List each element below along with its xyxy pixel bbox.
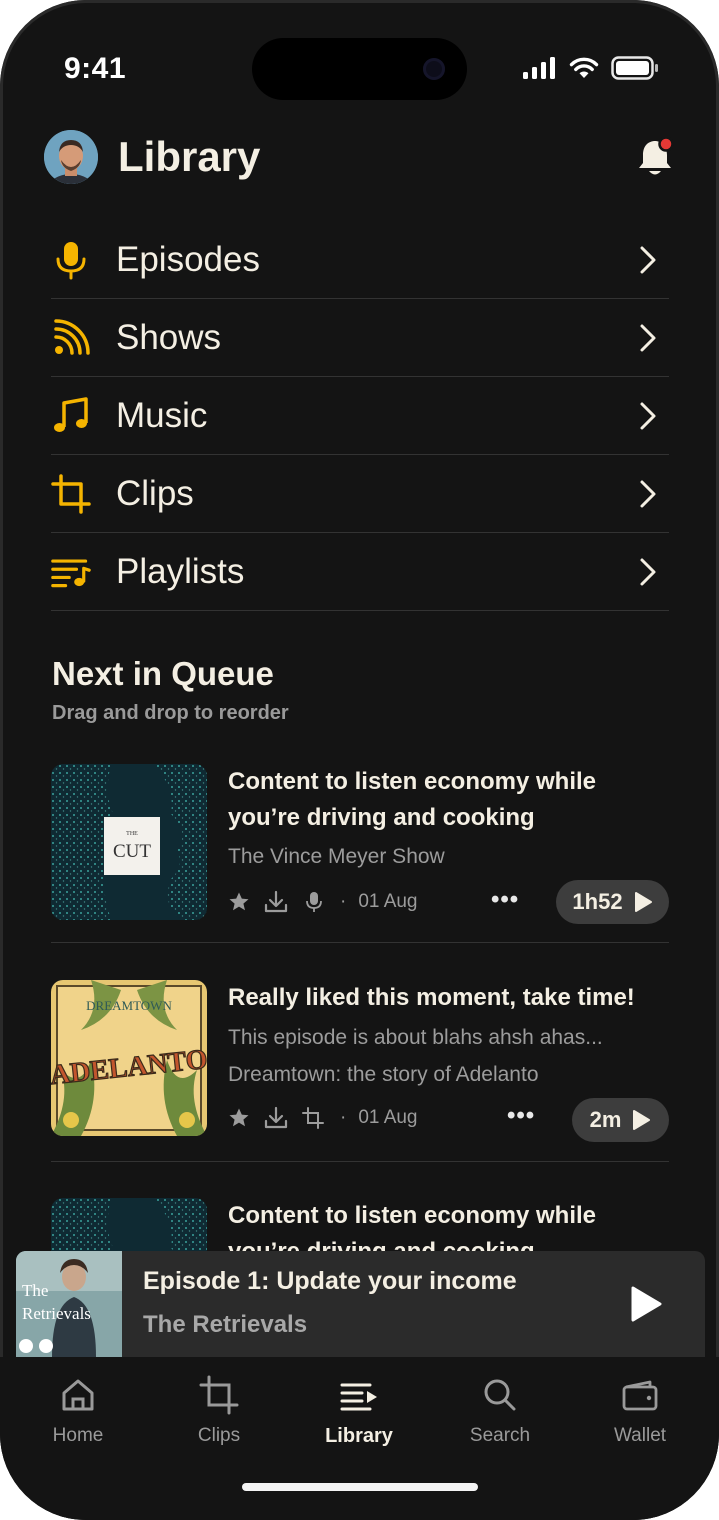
art-text: Retrievals	[22, 1304, 91, 1323]
meta-dot: ·	[340, 891, 347, 912]
chevron-right-icon	[640, 324, 656, 352]
menu-item-episodes[interactable]: Episodes	[51, 221, 669, 299]
show-name: Dreamtown: the story of Adelanto	[228, 1063, 539, 1086]
queue-item[interactable]: DREAMTOWN ADELANTO Really liked this mom…	[51, 980, 669, 1142]
art-text: The	[22, 1281, 48, 1300]
menu-item-playlists[interactable]: Playlists	[51, 533, 669, 611]
crop-icon	[302, 1107, 324, 1129]
play-icon	[633, 1110, 651, 1130]
microphone-icon	[51, 240, 91, 280]
microphone-icon	[306, 892, 322, 912]
wallet-icon	[580, 1375, 700, 1415]
chevron-right-icon	[640, 402, 656, 430]
notifications-button[interactable]	[637, 136, 675, 178]
wifi-icon	[569, 57, 599, 78]
crop-icon	[51, 473, 91, 514]
divider	[51, 1161, 669, 1162]
tab-label: Clips	[197, 1425, 241, 1446]
menu-item-clips[interactable]: Clips	[51, 455, 669, 533]
episode-date: 01 Aug	[358, 1107, 418, 1128]
play-button[interactable]: 1h52	[556, 880, 669, 924]
star-icon[interactable]	[228, 891, 250, 913]
episode-description: This episode is about blahs ahsh ahas...	[228, 1026, 603, 1049]
episode-title: Content to listen economy while you’re d…	[228, 1202, 597, 1251]
tab-label: Search	[469, 1425, 531, 1446]
episode-duration: 1h52	[572, 889, 623, 914]
episode-meta: · 01 Aug	[228, 1106, 418, 1130]
signal-icon	[523, 57, 555, 79]
crop-icon	[159, 1375, 279, 1415]
menu-item-label: Music	[116, 395, 208, 435]
episode-duration: 2m	[589, 1107, 622, 1132]
library-icon	[299, 1375, 419, 1415]
art-label-small: THE	[126, 831, 138, 837]
download-icon[interactable]	[264, 1106, 288, 1130]
status-time: 9:41	[64, 52, 127, 85]
music-note-icon	[51, 396, 91, 436]
art-label: CUT	[113, 841, 151, 862]
divider	[51, 942, 669, 943]
now-playing-artwork: The Retrievals	[16, 1251, 122, 1357]
episode-artwork: THE CUT	[51, 764, 207, 920]
tab-bar: Home Clips Library Search Wallet	[0, 1357, 719, 1520]
chevron-right-icon	[640, 480, 656, 508]
library-menu: Episodes Shows Music Clips Playlists	[51, 221, 669, 611]
phone-screen: 9:41 Library Episodes Shows Music Clips …	[0, 0, 719, 1520]
download-icon[interactable]	[264, 890, 288, 914]
episode-artwork	[51, 1198, 207, 1251]
tab-wallet[interactable]: Wallet	[580, 1375, 700, 1447]
mini-player[interactable]: The Retrievals Episode 1: Update your in…	[16, 1251, 705, 1357]
rss-icon	[51, 318, 91, 358]
episode-title: Content to listen economy while you’re d…	[228, 768, 597, 831]
episode-title: Really liked this moment, take time!	[228, 984, 635, 1011]
library-header: Library	[44, 130, 675, 186]
menu-item-label: Episodes	[116, 239, 260, 279]
tab-library[interactable]: Library	[299, 1375, 419, 1448]
menu-item-label: Clips	[116, 473, 194, 513]
dynamic-island	[252, 38, 467, 100]
episode-date: 01 Aug	[358, 891, 418, 912]
play-icon	[631, 1286, 662, 1322]
queue-item[interactable]: THE CUT Content to listen economy while …	[51, 764, 669, 924]
tab-label: Home	[52, 1425, 104, 1446]
avatar-image	[44, 130, 98, 184]
more-options-button[interactable]: •••	[491, 886, 519, 914]
tab-label: Library	[325, 1425, 393, 1447]
more-options-button[interactable]: •••	[507, 1102, 535, 1130]
section-title: Next in Queue	[52, 655, 274, 692]
episode-artwork: DREAMTOWN ADELANTO	[51, 980, 207, 1136]
menu-item-music[interactable]: Music	[51, 377, 669, 455]
mini-player-play-button[interactable]	[629, 1285, 663, 1328]
art-label-small: DREAMTOWN	[86, 998, 172, 1013]
home-icon	[18, 1375, 138, 1415]
now-playing-show: The Retrievals	[143, 1311, 308, 1338]
page-title: Library	[118, 133, 261, 180]
now-playing-title: Episode 1: Update your income	[143, 1267, 517, 1295]
avatar[interactable]	[44, 130, 98, 184]
playlist-icon	[51, 552, 91, 592]
chevron-right-icon	[640, 246, 656, 274]
episode-meta: · 01 Aug	[228, 890, 418, 914]
home-indicator	[242, 1483, 478, 1491]
tab-search[interactable]: Search	[440, 1375, 560, 1447]
menu-item-label: Playlists	[116, 551, 245, 591]
queue-item[interactable]: Content to listen economy while you’re d…	[51, 1198, 669, 1251]
status-icons	[523, 56, 659, 80]
meta-dot: ·	[340, 1107, 347, 1128]
tab-clips[interactable]: Clips	[159, 1375, 279, 1447]
tab-home[interactable]: Home	[18, 1375, 138, 1447]
play-icon	[634, 892, 652, 912]
star-icon[interactable]	[228, 1107, 250, 1129]
menu-item-shows[interactable]: Shows	[51, 299, 669, 377]
chevron-right-icon	[640, 558, 656, 586]
play-button[interactable]: 2m	[572, 1098, 669, 1142]
show-name: The Vince Meyer Show	[228, 845, 445, 868]
bell-icon	[639, 136, 674, 175]
camera-icon	[423, 58, 445, 80]
menu-item-label: Shows	[116, 317, 222, 357]
search-icon	[440, 1375, 560, 1415]
section-subtitle: Drag and drop to reorder	[52, 702, 289, 724]
tab-label: Wallet	[613, 1425, 667, 1446]
battery-icon	[611, 56, 658, 80]
